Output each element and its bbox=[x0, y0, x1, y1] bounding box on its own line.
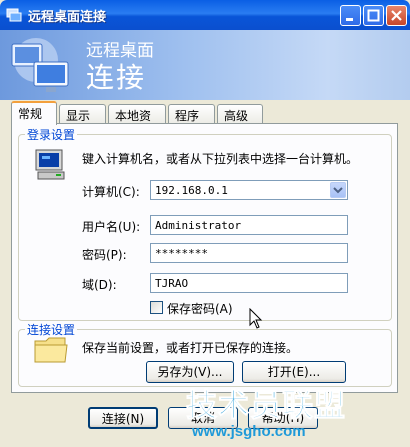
login-settings-legend: 登录设置 bbox=[27, 128, 76, 142]
connect-button[interactable]: 连接(N) bbox=[88, 407, 158, 429]
close-button[interactable] bbox=[386, 5, 407, 26]
connection-description: 保存当前设置，或者打开已保存的连接。 bbox=[82, 341, 299, 355]
username-label: 用户名(U): bbox=[82, 220, 141, 234]
domain-value: TJRAO bbox=[155, 277, 189, 290]
domain-label: 域(D): bbox=[82, 278, 117, 292]
maximize-icon bbox=[367, 9, 380, 22]
save-password-checkbox[interactable] bbox=[150, 301, 163, 314]
connection-settings-legend: 连接设置 bbox=[27, 323, 76, 337]
computer-icon bbox=[35, 149, 65, 180]
computer-combobox[interactable]: 192.168.0.1 bbox=[150, 180, 348, 200]
username-input[interactable]: Administrator bbox=[150, 215, 348, 235]
minimize-button[interactable] bbox=[340, 5, 361, 26]
chevron-down-icon bbox=[333, 187, 343, 194]
banner-title: 连接 bbox=[86, 61, 147, 94]
username-value: Administrator bbox=[155, 219, 242, 232]
login-instruction: 键入计算机名，或者从下拉列表中选择一台计算机。 bbox=[82, 152, 359, 166]
tab-advanced[interactable]: 高级 bbox=[217, 104, 263, 124]
password-value: ******** bbox=[155, 247, 208, 260]
save-password-label[interactable]: 保存密码(A) bbox=[167, 300, 233, 317]
title-bar[interactable]: 远程桌面连接 bbox=[0, 0, 410, 30]
watermark-logo: 技术员联盟 bbox=[186, 388, 346, 425]
tab-general[interactable]: 常规 bbox=[11, 101, 57, 125]
tab-display[interactable]: 显示 bbox=[59, 104, 106, 124]
tab-programs[interactable]: 程序 bbox=[168, 104, 215, 124]
computer-label: 计算机(C): bbox=[82, 185, 140, 199]
folder-icon bbox=[34, 337, 68, 363]
tab-local-resources[interactable]: 本地资源 bbox=[108, 104, 166, 140]
banner: 远程桌面 连接 bbox=[0, 30, 410, 100]
window-title: 远程桌面连接 bbox=[28, 10, 107, 25]
remote-desktop-icon bbox=[6, 8, 22, 22]
minimize-icon bbox=[346, 18, 353, 21]
computer-dropdown-button[interactable] bbox=[330, 182, 346, 198]
watermark-url: www.jsgho.com bbox=[192, 423, 306, 440]
password-label: 密码(P): bbox=[82, 248, 127, 262]
password-input[interactable]: ******** bbox=[150, 243, 348, 263]
monitor-logo-icon bbox=[11, 38, 69, 92]
tab-panel-general: 登录设置 键入计算机名，或者从下拉列表中选择一台计算机。 计算机(C): 192… bbox=[11, 123, 398, 393]
close-icon bbox=[391, 10, 402, 21]
domain-input[interactable]: TJRAO bbox=[150, 273, 348, 293]
remote-desktop-window: 远程桌面连接 远程桌面 连接 常规 显示 本地资源 程序 高级 登录设置 bbox=[0, 0, 410, 447]
computer-value: 192.168.0.1 bbox=[155, 184, 228, 197]
maximize-button[interactable] bbox=[363, 5, 384, 26]
